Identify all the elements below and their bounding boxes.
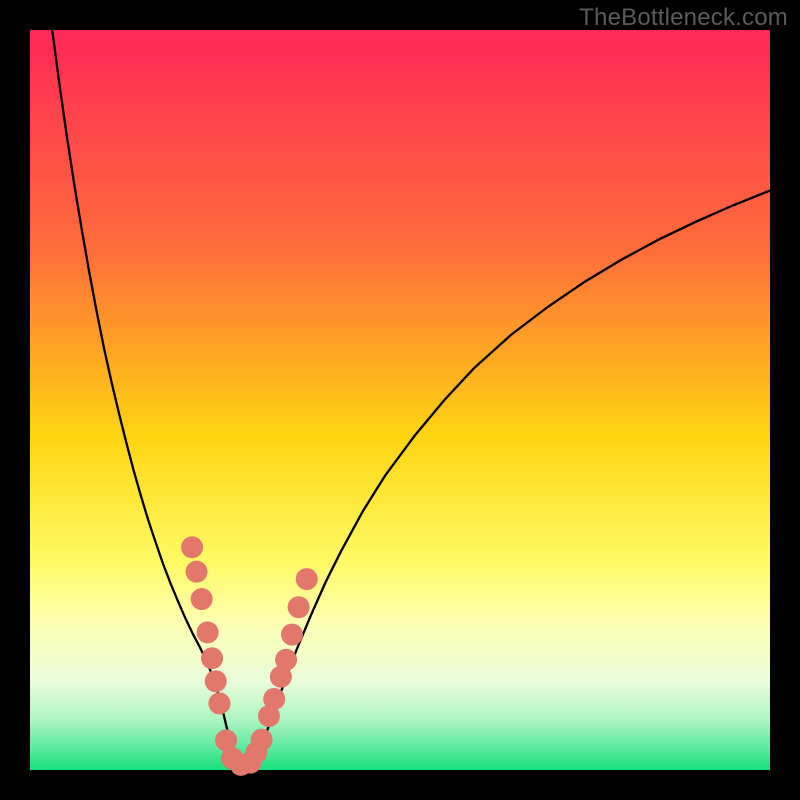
watermark-text: TheBottleneck.com bbox=[579, 4, 788, 32]
highlight-dot bbox=[186, 561, 208, 583]
highlight-dot bbox=[201, 647, 223, 669]
highlight-dot bbox=[181, 536, 203, 558]
highlight-dot bbox=[263, 688, 285, 710]
bottleneck-chart bbox=[0, 0, 800, 800]
highlight-dot bbox=[251, 729, 273, 751]
highlight-dot bbox=[296, 568, 318, 590]
highlight-dot bbox=[208, 692, 230, 714]
chart-container: TheBottleneck.com bbox=[0, 0, 800, 800]
plot-background bbox=[30, 30, 770, 770]
highlight-dot bbox=[281, 624, 303, 646]
highlight-dot bbox=[288, 596, 310, 618]
highlight-dot bbox=[197, 621, 219, 643]
highlight-dot bbox=[205, 670, 227, 692]
highlight-dot bbox=[275, 649, 297, 671]
highlight-dot bbox=[191, 588, 213, 610]
